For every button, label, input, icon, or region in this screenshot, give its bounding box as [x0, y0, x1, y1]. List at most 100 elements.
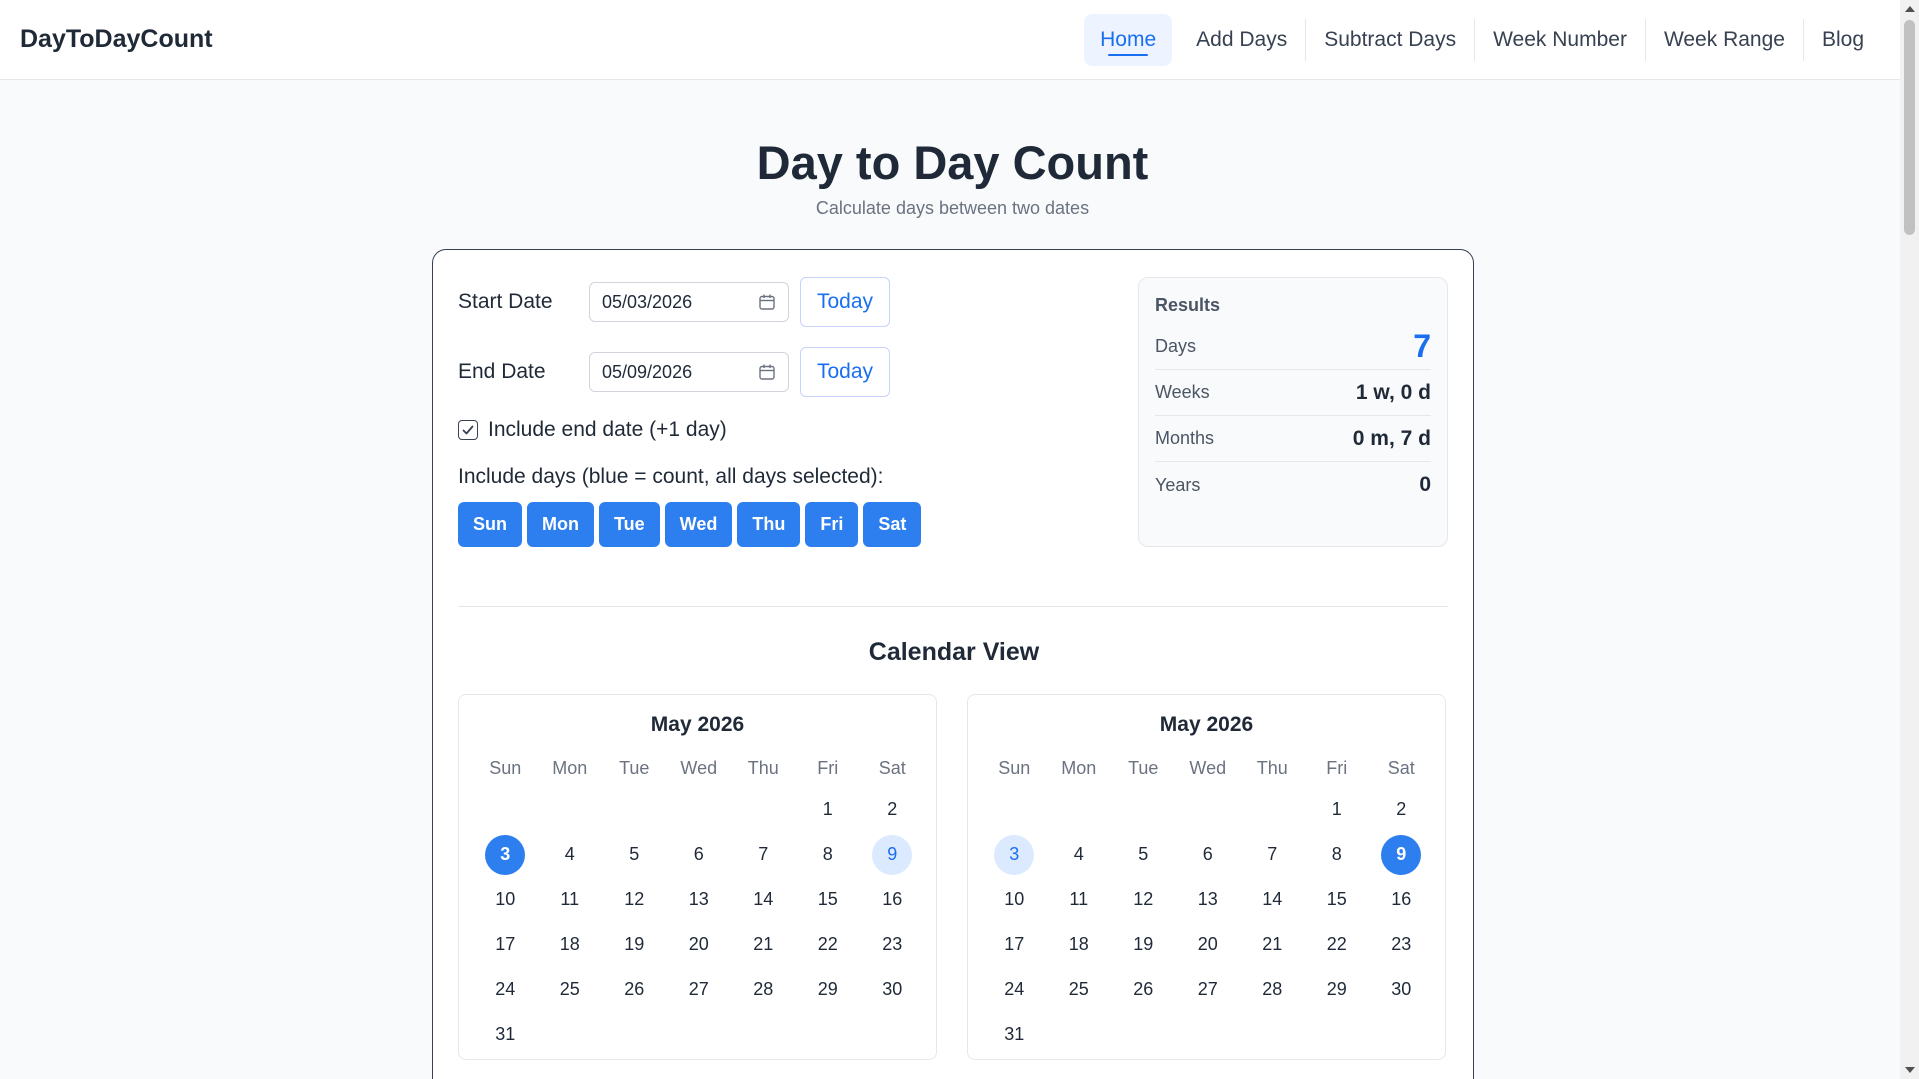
- calendar-day[interactable]: 7: [1240, 832, 1305, 877]
- calculator-card: Start Date 05/03/2026 Today End Date 05/…: [432, 249, 1474, 1079]
- nav-subtract-days[interactable]: Subtract Days: [1308, 14, 1472, 66]
- calendar-day[interactable]: 31: [473, 1012, 538, 1057]
- calendar-day[interactable]: 12: [602, 877, 667, 922]
- calendar-month-title: May 2026: [1159, 713, 1254, 736]
- day-toggle-tue[interactable]: Tue: [598, 502, 660, 547]
- weekday-header: Wed: [1189, 757, 1227, 778]
- calendar-day[interactable]: 21: [1240, 922, 1305, 967]
- calendar-day[interactable]: 18: [1047, 922, 1112, 967]
- end-date-value: 05/09/2026: [602, 361, 693, 382]
- calendar-day[interactable]: 28: [1240, 967, 1305, 1012]
- calendar-day-number: 3: [485, 834, 526, 875]
- calendar-day[interactable]: 16: [860, 877, 925, 922]
- calendar-day[interactable]: 29: [1305, 967, 1370, 1012]
- day-toggle-thu[interactable]: Thu: [737, 502, 801, 547]
- day-toggle-sun[interactable]: Sun: [458, 502, 522, 547]
- scrollbar-thumb[interactable]: [1904, 20, 1915, 235]
- end-date-input[interactable]: 05/09/2026: [589, 352, 789, 392]
- calendar-day-selected[interactable]: 9: [1369, 832, 1434, 877]
- calendar-day[interactable]: 30: [860, 967, 925, 1012]
- calendar-day[interactable]: 11: [538, 877, 603, 922]
- nav-blog[interactable]: Blog: [1806, 14, 1880, 66]
- calendar-day[interactable]: 27: [1176, 967, 1241, 1012]
- calendar-day[interactable]: 15: [796, 877, 861, 922]
- calendar-day[interactable]: 24: [473, 967, 538, 1012]
- calendar-day[interactable]: 20: [667, 922, 732, 967]
- calendar-day[interactable]: 25: [1047, 967, 1112, 1012]
- calendar-day[interactable]: 27: [667, 967, 732, 1012]
- page-scrollbar[interactable]: [1900, 0, 1919, 1079]
- calendar-day[interactable]: 10: [473, 877, 538, 922]
- calendar-day-number: 24: [1004, 979, 1025, 999]
- calendar-day[interactable]: 31: [982, 1012, 1047, 1057]
- calendar-day[interactable]: 21: [731, 922, 796, 967]
- calendar-day[interactable]: 23: [1369, 922, 1434, 967]
- nav-week-number[interactable]: Week Number: [1477, 14, 1643, 66]
- calendar-day[interactable]: 6: [667, 832, 732, 877]
- calendar-day[interactable]: 20: [1176, 922, 1241, 967]
- calendar-day[interactable]: 1: [1305, 787, 1370, 832]
- calendar-day[interactable]: 15: [1305, 877, 1370, 922]
- calendar-day[interactable]: 8: [1305, 832, 1370, 877]
- scroll-down-icon[interactable]: [1905, 1067, 1915, 1073]
- nav-week-range[interactable]: Week Range: [1648, 14, 1801, 66]
- result-row-days: Days 7: [1155, 324, 1431, 370]
- calendar-day[interactable]: 26: [1111, 967, 1176, 1012]
- calendar-day[interactable]: 17: [982, 922, 1047, 967]
- nav-add-days[interactable]: Add Days: [1180, 14, 1303, 66]
- calendar-day[interactable]: 19: [1111, 922, 1176, 967]
- calendar-day[interactable]: 22: [796, 922, 861, 967]
- calendar-empty-cell: [982, 787, 1047, 832]
- calendar-day[interactable]: 26: [602, 967, 667, 1012]
- calendar-day[interactable]: 5: [602, 832, 667, 877]
- calendar-day[interactable]: 16: [1369, 877, 1434, 922]
- calendar-day[interactable]: 25: [538, 967, 603, 1012]
- calendar-day-selected[interactable]: 3: [473, 832, 538, 877]
- calendar-day[interactable]: 13: [667, 877, 732, 922]
- nav-home[interactable]: Home: [1084, 13, 1173, 66]
- calendar-day[interactable]: 10: [982, 877, 1047, 922]
- calendar-day[interactable]: 17: [473, 922, 538, 967]
- calendar-day[interactable]: 29: [796, 967, 861, 1012]
- calendar-day[interactable]: 24: [982, 967, 1047, 1012]
- calendar-day-range-end[interactable]: 9: [860, 832, 925, 877]
- include-end-date-toggle[interactable]: Include end date (+1 day): [458, 418, 727, 442]
- day-toggle-mon[interactable]: Mon: [527, 502, 594, 547]
- calendar-day[interactable]: 28: [731, 967, 796, 1012]
- calendar-icon[interactable]: [758, 293, 776, 311]
- calendar-icon[interactable]: [758, 363, 776, 381]
- calendar-day[interactable]: 19: [602, 922, 667, 967]
- scroll-up-icon[interactable]: [1905, 6, 1915, 12]
- calendar-day[interactable]: 4: [1047, 832, 1112, 877]
- start-date-input[interactable]: 05/03/2026: [589, 282, 789, 322]
- calendar-day-range-end[interactable]: 3: [982, 832, 1047, 877]
- calendar-day[interactable]: 12: [1111, 877, 1176, 922]
- calendar-day[interactable]: 4: [538, 832, 603, 877]
- calendar-day[interactable]: 14: [1240, 877, 1305, 922]
- calendar-day[interactable]: 7: [731, 832, 796, 877]
- calendar-day[interactable]: 2: [860, 787, 925, 832]
- calendar-day[interactable]: 18: [538, 922, 603, 967]
- brand-logo[interactable]: DayToDayCount: [20, 25, 213, 54]
- calendar-day[interactable]: 11: [1047, 877, 1112, 922]
- calendar-day[interactable]: 30: [1369, 967, 1434, 1012]
- include-end-date-checkbox[interactable]: [458, 420, 478, 440]
- calendar-day[interactable]: 5: [1111, 832, 1176, 877]
- calendar-day[interactable]: 22: [1305, 922, 1370, 967]
- calendar-day[interactable]: 13: [1176, 877, 1241, 922]
- start-today-button[interactable]: Today: [800, 277, 890, 327]
- calendar-day[interactable]: 6: [1176, 832, 1241, 877]
- calendar-day[interactable]: 14: [731, 877, 796, 922]
- calendar-empty-cell: [473, 787, 538, 832]
- calendar-day[interactable]: 8: [796, 832, 861, 877]
- day-toggle-wed[interactable]: Wed: [664, 502, 733, 547]
- page-subtitle: Calculate days between two dates: [815, 198, 1090, 218]
- calendar-day[interactable]: 23: [860, 922, 925, 967]
- calendar-day[interactable]: 2: [1369, 787, 1434, 832]
- end-today-button[interactable]: Today: [800, 347, 890, 397]
- calendar-day-number: 29: [817, 979, 838, 999]
- calendar-grid: Sun Mon Tue Wed Thu Fri Sat 1 2 3 4 5 6 7 8 9 10 11 12 13 14…: [982, 749, 1445, 1057]
- day-toggle-fri[interactable]: Fri: [805, 502, 859, 547]
- day-toggle-sat[interactable]: Sat: [863, 502, 922, 547]
- calendar-day[interactable]: 1: [796, 787, 861, 832]
